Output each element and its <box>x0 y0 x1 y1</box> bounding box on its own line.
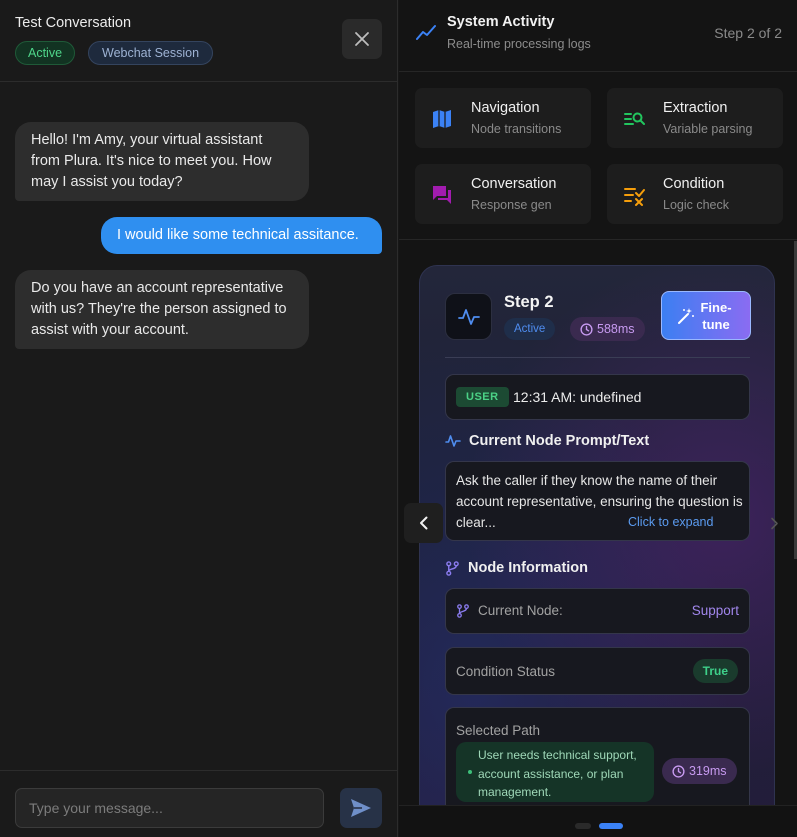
event-type-desc: Logic check <box>663 198 730 212</box>
event-type-extraction[interactable]: Extraction Variable parsing <box>607 88 783 148</box>
event-type-desc: Variable parsing <box>663 122 753 136</box>
event-type-grid: Navigation Node transitions Extraction V… <box>399 72 797 240</box>
event-type-navigation[interactable]: Navigation Node transitions <box>415 88 591 148</box>
activity-header: System Activity Real-time processing log… <box>399 0 797 72</box>
condition-status-badge: True <box>692 659 738 683</box>
message-composer <box>0 770 398 837</box>
send-button[interactable] <box>340 788 382 828</box>
activity-pulse-icon <box>445 435 461 447</box>
condition-status-label: Condition Status <box>456 664 556 679</box>
current-node-label-text: Current Node: <box>478 603 563 618</box>
activity-subtitle: Real-time processing logs <box>447 37 591 51</box>
fine-tune-label: Fine-tune <box>700 299 732 332</box>
selected-path-chip: User needs technical support, account as… <box>456 742 654 802</box>
selected-path-row: Selected Path User needs technical suppo… <box>445 707 750 805</box>
event-type-condition[interactable]: Condition Logic check <box>607 164 783 224</box>
event-type-desc: Node transitions <box>471 122 562 136</box>
divider <box>445 357 750 358</box>
map-icon <box>433 110 451 128</box>
conversation-panel: Test Conversation Active Webchat Session… <box>0 0 398 837</box>
pager-dot-1[interactable] <box>575 823 591 829</box>
event-type-conversation[interactable]: Conversation Response gen <box>415 164 591 224</box>
step-icon <box>445 293 492 340</box>
prompt-box[interactable]: Ask the caller if they know the name of … <box>445 461 750 541</box>
step-pager <box>399 805 797 837</box>
send-icon <box>351 799 371 817</box>
message-input[interactable] <box>15 788 324 828</box>
event-type-name: Conversation <box>471 176 557 192</box>
chevron-left-icon <box>419 516 427 530</box>
node-info-heading: Node Information <box>445 560 588 576</box>
step-duration-badge: 588ms <box>570 317 645 341</box>
selected-path-text: User needs technical support, account as… <box>478 748 637 799</box>
chevron-right-icon <box>770 517 778 529</box>
event-type-desc: Response gen <box>471 198 552 212</box>
step-status-badge: Active <box>504 318 556 340</box>
close-button[interactable] <box>342 19 382 59</box>
user-tag: USER <box>456 387 509 407</box>
event-type-name: Extraction <box>663 100 728 116</box>
event-type-name: Condition <box>663 176 725 192</box>
git-branch-icon <box>446 560 459 576</box>
conversation-title: Test Conversation <box>15 15 132 31</box>
status-badge: Active <box>15 41 76 65</box>
current-node-value: Support <box>691 603 739 618</box>
prompt-heading-text: Current Node Prompt/Text <box>469 433 650 449</box>
conversation-header: Test Conversation Active Webchat Session <box>0 0 398 82</box>
node-info-heading-text: Node Information <box>468 560 589 576</box>
chat-bubbles-icon <box>433 186 451 204</box>
assistant-message: Hello! I'm Amy, your virtual assistant f… <box>15 122 309 201</box>
user-event-text: 12:31 AM: undefined <box>513 389 642 405</box>
expand-link[interactable]: Click to expand <box>596 512 746 533</box>
git-branch-icon <box>457 603 469 618</box>
step-card: Step 2 Active 588ms Fine-tune USER 12:31… <box>419 265 775 805</box>
path-duration: 319ms <box>689 764 727 778</box>
bullet-dot <box>468 770 472 774</box>
activity-pulse-icon <box>457 308 480 325</box>
pager-dot-2-active[interactable] <box>599 823 623 829</box>
step-duration: 588ms <box>597 322 635 336</box>
clock-icon <box>672 764 685 778</box>
current-node-label: Current Node: <box>456 603 563 618</box>
message-list: Hello! I'm Amy, your virtual assistant f… <box>0 82 398 770</box>
session-badge: Webchat Session <box>88 41 214 65</box>
activity-panel: System Activity Real-time processing log… <box>399 0 797 837</box>
condition-status-row: Condition Status True <box>445 647 750 695</box>
assistant-message: Do you have an account representative wi… <box>15 270 309 349</box>
path-duration-badge: 319ms <box>662 758 737 784</box>
prompt-heading: Current Node Prompt/Text <box>445 433 649 449</box>
selected-path-label: Selected Path <box>456 723 541 738</box>
next-step-button[interactable] <box>766 513 782 533</box>
list-check-icon <box>624 188 645 206</box>
step-counter: Step 2 of 2 <box>714 25 782 41</box>
activity-title: System Activity <box>447 14 555 30</box>
previous-step-button[interactable] <box>404 503 443 543</box>
user-event-row: USER 12:31 AM: undefined <box>445 374 750 420</box>
magic-wand-icon <box>678 307 694 324</box>
trending-line-icon <box>416 25 436 40</box>
close-icon <box>355 32 369 46</box>
fine-tune-button[interactable]: Fine-tune <box>661 291 751 340</box>
user-message: I would like some technical assitance. <box>101 217 382 254</box>
current-node-row: Current Node: Support <box>445 588 750 634</box>
clock-icon <box>580 322 593 336</box>
list-search-icon <box>624 112 645 125</box>
step-title: Step 2 <box>504 293 554 311</box>
event-type-name: Navigation <box>471 100 540 116</box>
step-carousel: Step 2 Active 588ms Fine-tune USER 12:31… <box>399 241 797 805</box>
